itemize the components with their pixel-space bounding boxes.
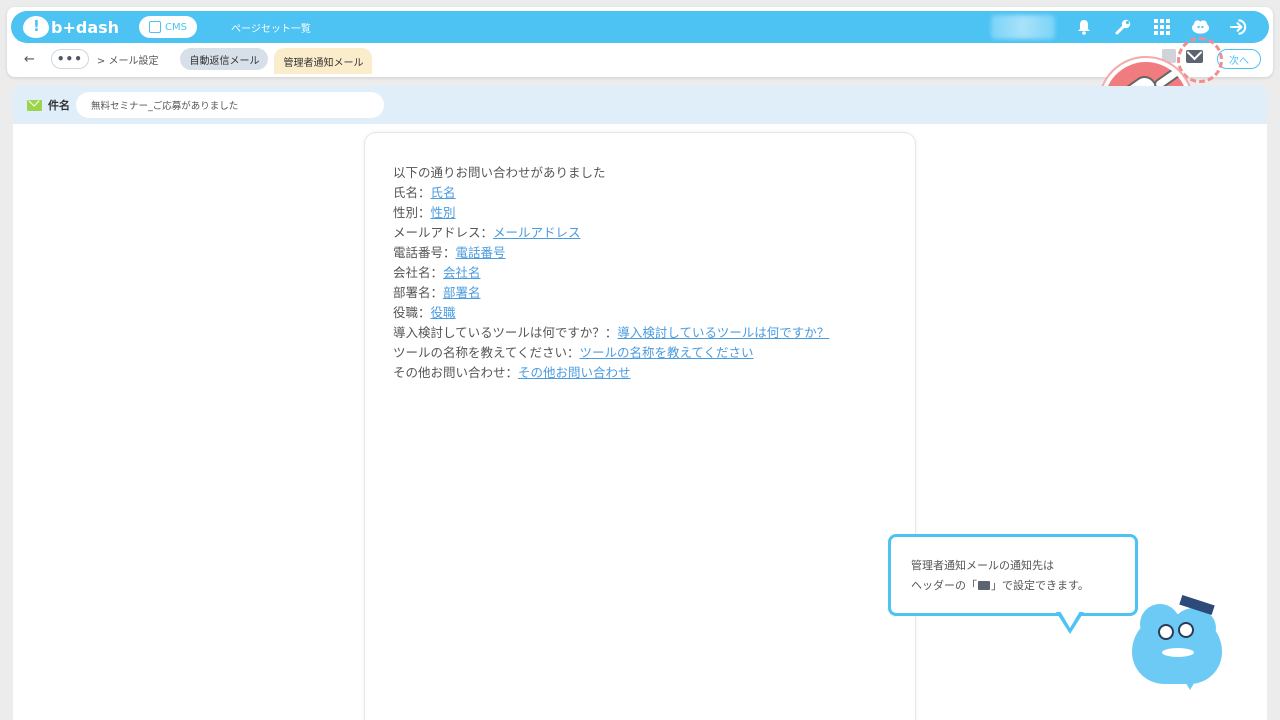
breadcrumb: ← ••• > メール設定 自動返信メール 管理者通知メール [24, 48, 373, 74]
mail-body-card[interactable]: 以下の通りお問い合わせがありました 氏名：氏名 性別：性別 メールアドレス：メー… [364, 132, 916, 720]
top-navbar: b+dash CMS ページセット一覧 [11, 11, 1269, 43]
mail-field-line: 会社名：会社名 [393, 265, 481, 280]
envelope-icon [27, 99, 42, 111]
mail-field-line: メールアドレス：メールアドレス [393, 225, 581, 240]
cms-button[interactable]: CMS [139, 16, 198, 38]
field-token-link[interactable]: 部署名 [443, 285, 481, 300]
page-set-list-link[interactable]: ページセット一覧 [231, 20, 311, 35]
field-token-link[interactable]: 導入検討しているツールは何ですか？ [617, 325, 829, 340]
mail-field-line: ツールの名称を教えてください：ツールの名称を教えてください [393, 345, 754, 360]
bell-icon[interactable] [1074, 18, 1093, 37]
wrench-icon[interactable] [1113, 18, 1132, 37]
field-token-link[interactable]: 性別 [431, 205, 456, 220]
mail-field-line: 部署名：部署名 [393, 285, 481, 300]
tab-auto-reply-mail[interactable]: 自動返信メール [180, 48, 269, 70]
next-button[interactable]: 次へ [1217, 49, 1261, 69]
brand-logo[interactable]: b+dash [23, 16, 119, 38]
field-token-link[interactable]: ツールの名称を教えてください [580, 345, 754, 360]
field-token-link[interactable]: メールアドレス [493, 225, 581, 240]
breadcrumb-mail-settings[interactable]: > メール設定 [97, 52, 159, 67]
field-token-link[interactable]: 電話番号 [456, 245, 506, 260]
field-token-link[interactable]: その他お問い合わせ [518, 365, 631, 380]
mail-field-line: 役職：役職 [393, 305, 456, 320]
mail-body-text: 以下の通りお問い合わせがありました 氏名：氏名 性別：性別 メールアドレス：メー… [393, 163, 829, 383]
field-token-link[interactable]: 会社名 [443, 265, 481, 280]
mail-field-line: 導入検討しているツールは何ですか？：導入検討しているツールは何ですか？ [393, 325, 830, 340]
mail-field-line: 性別：性別 [393, 205, 456, 220]
tooltip-line-1: 管理者通知メールの通知先は [911, 559, 1054, 572]
header-icon-group [1074, 11, 1249, 43]
subject-label: 件名 [48, 99, 70, 112]
user-info-blurred [991, 15, 1055, 39]
mail-field-line: 電話番号：電話番号 [393, 245, 506, 260]
subject-bar: 件名 無料セミナー_ご応募がありました [13, 86, 1267, 124]
more-button[interactable]: ••• [50, 49, 89, 69]
mail-intro: 以下の通りお問い合わせがありました [393, 165, 606, 180]
edit-icon [149, 21, 162, 33]
subject-input[interactable]: 無料セミナー_ご応募がありました [76, 92, 384, 118]
tooltip-line-2: ヘッダーの「 」で設定できます。 [911, 579, 1089, 592]
mail-field-line: 氏名：氏名 [393, 185, 456, 200]
help-tooltip: 管理者通知メールの通知先は ヘッダーの「 」で設定できます。 [888, 534, 1138, 616]
brand-name: b+dash [51, 17, 120, 37]
apps-grid-icon[interactable] [1152, 18, 1171, 37]
brand-logo-icon [23, 16, 49, 38]
tab-admin-notification-mail[interactable]: 管理者通知メール [274, 48, 373, 74]
mail-settings-icon [978, 581, 990, 590]
mail-icon-highlight-ring [1177, 37, 1223, 83]
back-arrow-icon[interactable]: ← [24, 52, 35, 67]
notification-cloud-icon[interactable] [1191, 18, 1210, 37]
field-token-link[interactable]: 役職 [431, 305, 456, 320]
mascot-character [1132, 594, 1224, 690]
field-token-link[interactable]: 氏名 [431, 185, 456, 200]
cms-label: CMS [165, 21, 188, 33]
mail-field-line: その他お問い合わせ：その他お問い合わせ [393, 365, 631, 380]
logout-icon[interactable] [1230, 18, 1249, 37]
